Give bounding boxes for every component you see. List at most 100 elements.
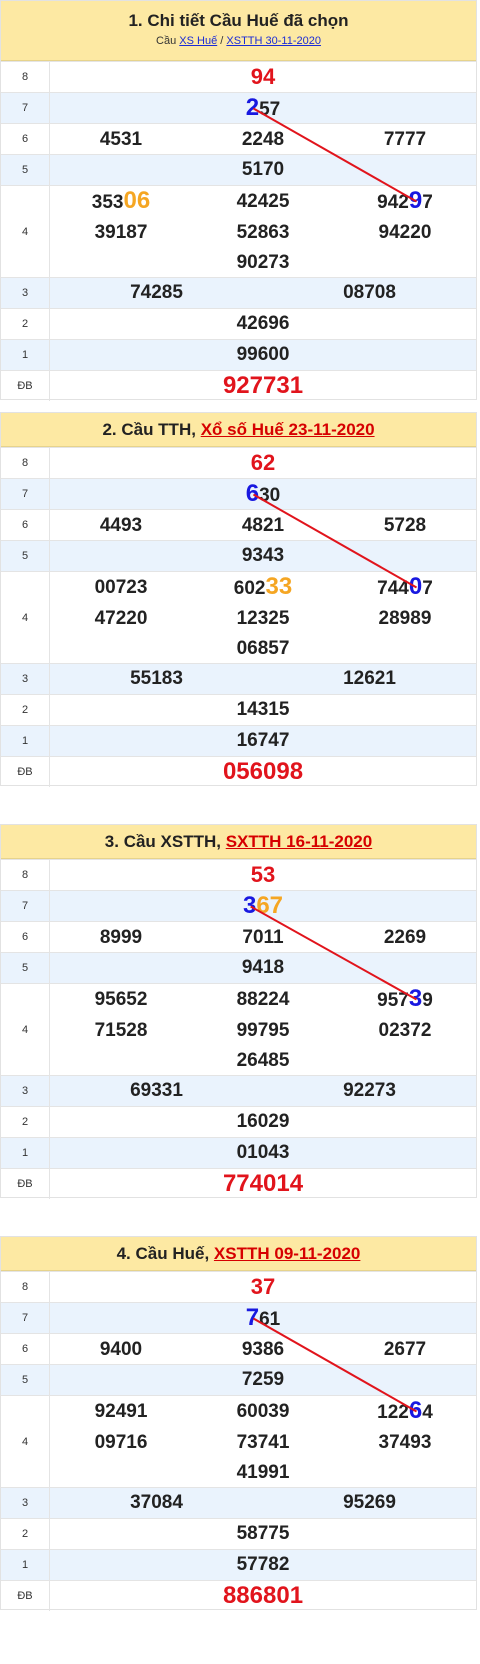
prize-number: 57782 xyxy=(236,1554,290,1575)
prize-number: 5728 xyxy=(383,515,427,536)
prize-row-g3: 3 55183 12621 xyxy=(1,663,476,694)
breadcrumb-separator: / xyxy=(220,35,224,47)
prize-cells: 37 xyxy=(50,1272,476,1302)
prize-label: 8 xyxy=(1,1272,50,1302)
bridge-digit-end: 3 xyxy=(408,985,423,1012)
prize-part: 99795 xyxy=(236,1020,290,1041)
prize-cells: 367 xyxy=(50,891,476,921)
breadcrumb-link-date[interactable]: XSTTH 30-11-2020 xyxy=(226,35,321,47)
prize-number: 12621 xyxy=(343,668,396,689)
prize-number: 2248 xyxy=(241,129,285,150)
prize-cells: 53 xyxy=(50,860,476,890)
special-prize-number: 774014 xyxy=(222,1170,304,1197)
prize-part: 94220 xyxy=(378,222,432,243)
breadcrumb-link-xs-hue[interactable]: XS Huế xyxy=(179,35,217,47)
prize-label: 5 xyxy=(1,155,50,185)
prize-number: 2677 xyxy=(383,1339,427,1360)
bridge-digit-end: 6 xyxy=(408,1397,423,1424)
prize-cells: 95652 88224 95739 71528 99795 02372 26485 xyxy=(50,984,476,1075)
prize-number: 2269 xyxy=(383,927,427,948)
prize-number: 37493 xyxy=(334,1428,476,1458)
bridge-digit-start: 7 xyxy=(245,1304,260,1331)
prize-number: 94220 xyxy=(334,218,476,248)
prize-cells: 257 xyxy=(50,93,476,123)
special-prize-number: 056098 xyxy=(222,758,304,785)
prize-label: 4 xyxy=(1,984,50,1075)
prize-number: 00723 xyxy=(50,573,192,603)
prize-cells: 99600 xyxy=(50,340,476,370)
prize-row-g3: 3 69331 92273 xyxy=(1,1075,476,1106)
prize-number: 74407 xyxy=(334,572,476,604)
prize-label: 1 xyxy=(1,340,50,370)
prize-label: ĐB xyxy=(1,1581,50,1611)
bridge-digit-start: 6 xyxy=(245,480,260,507)
prize-part: 00723 xyxy=(94,577,148,598)
prize-part: 47220 xyxy=(94,608,148,629)
prize-rest: 30 xyxy=(259,485,281,506)
prize-number: 9418 xyxy=(241,957,285,978)
prize-label: 2 xyxy=(1,309,50,339)
prize-label: 3 xyxy=(1,1076,50,1106)
prize-number: 01043 xyxy=(236,1142,290,1163)
prize-row-g6: 6 9400 9386 2677 xyxy=(1,1333,476,1364)
prize-part: 71528 xyxy=(94,1020,148,1041)
prize-number: 12264 xyxy=(334,1396,476,1428)
prize-number: 35306 xyxy=(50,186,192,218)
prize-number: 16029 xyxy=(236,1111,290,1132)
prize-number: 95269 xyxy=(343,1492,396,1513)
bridge-digit-start: 2 xyxy=(245,94,260,121)
prize-number: 95739 xyxy=(334,984,476,1016)
prize-number: 99795 xyxy=(192,1016,334,1046)
prize-number xyxy=(50,248,192,278)
title-date-link[interactable]: XSTTH 09-11-2020 xyxy=(214,1244,360,1263)
prize-number: 4493 xyxy=(99,515,143,536)
prize-part: 90273 xyxy=(236,252,290,273)
result-table: 8 94 7 257 6 4531 2248 7777 5 5170 4 35306 42425 9429… xyxy=(1,61,476,401)
prize-label: 4 xyxy=(1,1396,50,1487)
prize-row-g1: 1 99600 xyxy=(1,339,476,370)
prize-cells: 35306 42425 94297 39187 52863 94220 90273 xyxy=(50,186,476,277)
title-date-link[interactable]: SXTTH 16-11-2020 xyxy=(226,832,372,851)
prize-number: 37084 xyxy=(130,1492,183,1513)
prize-part: 95652 xyxy=(94,989,148,1010)
block-title: 3. Cầu XSTTH, SXTTH 16-11-2020 xyxy=(1,832,476,852)
prize-label: 5 xyxy=(1,541,50,571)
prize-number: 7777 xyxy=(383,129,427,150)
prize-number xyxy=(50,1458,192,1488)
prize-row-db: ĐB 886801 xyxy=(1,1580,476,1611)
prize-cells: 74285 08708 xyxy=(50,278,476,308)
title-date-link[interactable]: Xổ số Huế 23-11-2020 xyxy=(201,420,375,439)
prize-row-g8: 8 53 xyxy=(1,859,476,890)
prize-label: 1 xyxy=(1,726,50,756)
prize-rest: 61 xyxy=(259,1309,281,1330)
prize-row-g3: 3 37084 95269 xyxy=(1,1487,476,1518)
prize-number: 60039 xyxy=(192,1397,334,1427)
breadcrumb-prefix: Cầu xyxy=(156,35,177,47)
prize-number: 367 xyxy=(50,892,476,920)
prize-part: 4 xyxy=(422,1402,433,1423)
prize-number: 73741 xyxy=(192,1428,334,1458)
prize-part: 9 xyxy=(422,990,433,1011)
prize-cells: 7259 xyxy=(50,1365,476,1395)
prize-number: 06857 xyxy=(192,634,334,664)
prize-number: 60233 xyxy=(192,572,334,604)
prize-number: 5170 xyxy=(241,159,285,180)
prize-number: 9343 xyxy=(241,545,285,566)
prize-label: 7 xyxy=(1,891,50,921)
prize-cells: 774014 xyxy=(50,1169,476,1199)
prize-number: 41991 xyxy=(192,1458,334,1488)
prize-row-g6: 6 8999 7011 2269 xyxy=(1,921,476,952)
prize-row-g2: 2 16029 xyxy=(1,1106,476,1137)
prize-cells: 37084 95269 xyxy=(50,1488,476,1518)
prize-number: 02372 xyxy=(334,1016,476,1046)
prize-part: 09716 xyxy=(94,1432,148,1453)
prize-row-g2: 2 58775 xyxy=(1,1518,476,1549)
prize-label: 2 xyxy=(1,1519,50,1549)
prize-number: 630 xyxy=(50,480,476,508)
prize-rest: 57 xyxy=(259,99,281,120)
prize-number: 52863 xyxy=(192,218,334,248)
prize-row-g1: 1 57782 xyxy=(1,1549,476,1580)
prize-row-g4: 4 00723 60233 74407 47220 12325 28989 06857 xyxy=(1,571,476,663)
prize-label: ĐB xyxy=(1,757,50,787)
block-title: 4. Cầu Huế, XSTTH 09-11-2020 xyxy=(1,1244,476,1264)
